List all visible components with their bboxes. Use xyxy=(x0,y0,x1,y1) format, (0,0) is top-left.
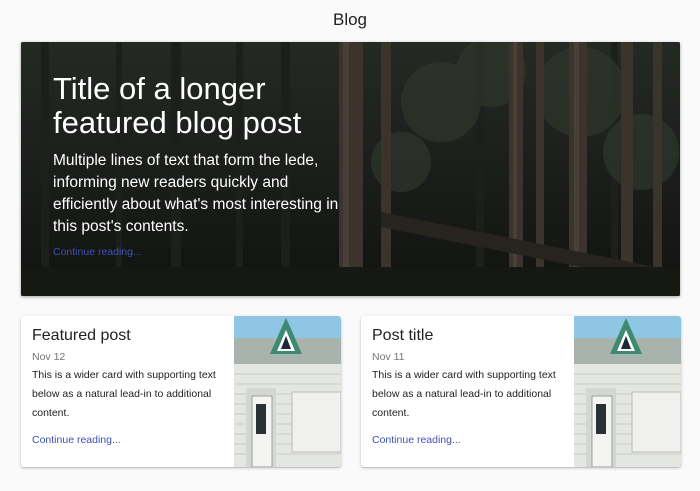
post-card[interactable]: Post title Nov 11 This is a wider card w… xyxy=(361,316,681,467)
card-continue-reading-link[interactable]: Continue reading... xyxy=(372,434,461,446)
card-title: Post title xyxy=(372,327,434,344)
card-title: Featured post xyxy=(32,327,131,344)
card-content: Post title Nov 11 This is a wider card w… xyxy=(372,326,572,423)
hero-lede: Multiple lines of text that form the led… xyxy=(53,152,339,235)
page-title: Blog xyxy=(332,10,368,29)
card-date: Nov 12 xyxy=(32,351,66,363)
blog-page: Blog Title of a longer featured blog pos… xyxy=(0,0,700,491)
house-thumbnail-image xyxy=(234,316,341,467)
house-thumbnail-image xyxy=(574,316,681,467)
card-text: This is a wider card with supporting tex… xyxy=(32,369,216,419)
hero-continue-reading-link[interactable]: Continue reading... xyxy=(53,246,142,258)
card-text: This is a wider card with supporting tex… xyxy=(372,369,556,419)
hero-title: Title of a longer featured blog post xyxy=(53,71,302,140)
card-content: Featured post Nov 12 This is a wider car… xyxy=(32,326,232,423)
featured-hero: Title of a longer featured blog post Mul… xyxy=(21,42,680,296)
card-continue-reading-link[interactable]: Continue reading... xyxy=(32,434,121,446)
featured-post-card[interactable]: Featured post Nov 12 This is a wider car… xyxy=(21,316,341,467)
card-date: Nov 11 xyxy=(372,351,405,363)
